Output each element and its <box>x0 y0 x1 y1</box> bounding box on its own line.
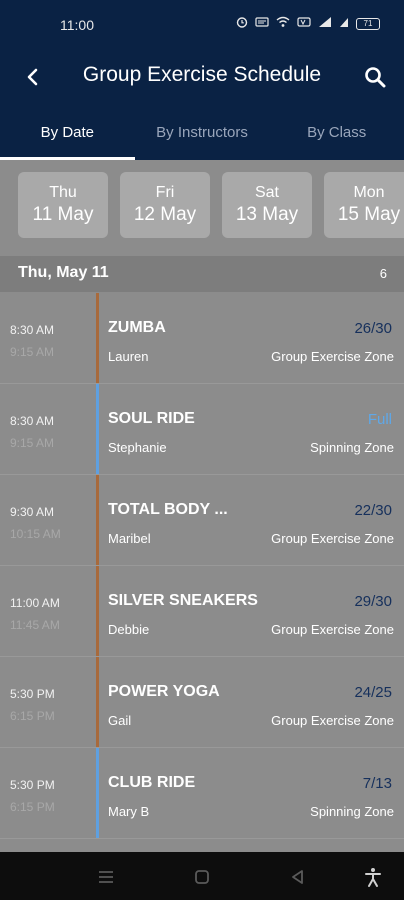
search-button[interactable] <box>360 62 390 92</box>
zone-name: Group Exercise Zone <box>271 531 394 546</box>
date-chip-date: 11 May <box>32 204 94 225</box>
alarm-icon <box>236 16 248 31</box>
start-time: 8:30 AM <box>10 323 55 337</box>
zone-color-bar <box>96 293 99 383</box>
zone-color-bar <box>96 657 99 747</box>
app-bar: Group Exercise Schedule <box>0 50 404 104</box>
signal-2-icon <box>339 16 349 31</box>
time-column: 5:30 PM 6:15 PM <box>0 657 96 747</box>
zone-color-bar <box>96 748 99 838</box>
end-time: 9:15 AM <box>10 345 55 359</box>
class-capacity: 7/13 <box>362 775 392 792</box>
search-icon <box>365 67 386 88</box>
time-column: 8:30 AM 9:15 AM <box>0 293 96 383</box>
data-speed-icon <box>255 16 269 31</box>
class-name: TOTAL BODY ... <box>108 501 228 518</box>
class-list: 8:30 AM 9:15 AM ZUMBA 26/30 Lauren Group… <box>0 293 404 844</box>
section-title: Thu, May 11 <box>18 264 109 281</box>
wifi-icon <box>276 16 290 31</box>
date-chip-date: 12 May <box>133 204 197 225</box>
status-bar: 11:00 71 <box>0 0 404 50</box>
class-row[interactable]: 11:00 AM 11:45 AM SILVER SNEAKERS 29/30 … <box>0 566 404 657</box>
status-icons: 71 <box>236 16 380 31</box>
page-title: Group Exercise Schedule <box>82 63 322 86</box>
start-time: 9:30 AM <box>10 505 55 519</box>
zone-name: Group Exercise Zone <box>271 622 394 637</box>
accessibility-button[interactable] <box>362 866 384 888</box>
class-row[interactable]: 5:30 PM 6:15 PM POWER YOGA 24/25 Gail Gr… <box>0 657 404 748</box>
tab-by-date[interactable]: By Date <box>0 104 135 160</box>
tab-by-instructors[interactable]: By Instructors <box>135 104 270 160</box>
class-capacity: 29/30 <box>354 593 392 610</box>
recents-button[interactable] <box>95 866 117 888</box>
back-triangle-icon <box>292 870 303 884</box>
zone-name: Spinning Zone <box>310 804 394 819</box>
class-row[interactable]: 9:30 AM 10:15 AM TOTAL BODY ... 22/30 Ma… <box>0 475 404 566</box>
class-row[interactable]: 5:30 PM 6:15 PM CLUB RIDE 7/13 Mary B Sp… <box>0 748 404 839</box>
end-time: 9:15 AM <box>10 436 55 450</box>
class-count: 6 <box>379 266 387 281</box>
end-time: 6:15 PM <box>10 709 55 723</box>
date-chip-date: 13 May <box>235 204 299 225</box>
date-selector: Thu 11 May Fri 12 May Sat 13 May Mon 15 … <box>0 160 404 256</box>
class-name: CLUB RIDE <box>108 774 196 791</box>
class-capacity: Full <box>367 411 392 428</box>
status-time: 11:00 <box>60 17 94 33</box>
end-time: 10:15 AM <box>10 527 61 541</box>
zone-color-bar <box>96 475 99 565</box>
zone-name: Group Exercise Zone <box>271 349 394 364</box>
system-nav-bar <box>0 852 404 900</box>
tab-by-class[interactable]: By Class <box>269 104 404 160</box>
date-chip-sat[interactable]: Sat 13 May <box>222 172 312 238</box>
time-column: 8:30 AM 9:15 AM <box>0 384 96 474</box>
time-column: 9:30 AM 10:15 AM <box>0 475 96 565</box>
date-chip-day: Thu <box>49 184 77 201</box>
zone-name: Group Exercise Zone <box>271 713 394 728</box>
instructor-name: Debbie <box>108 622 150 637</box>
start-time: 8:30 AM <box>10 414 55 428</box>
volte-icon <box>297 16 311 31</box>
instructor-name: Stephanie <box>108 440 167 455</box>
class-capacity: 24/25 <box>354 684 392 701</box>
date-chip-day: Sat <box>254 184 279 201</box>
end-time: 11:45 AM <box>10 618 60 632</box>
class-name: POWER YOGA <box>108 683 220 700</box>
date-chip-thu[interactable]: Thu 11 May <box>18 172 108 238</box>
recents-menu-icon <box>99 871 113 883</box>
start-time: 11:00 AM <box>10 596 60 610</box>
home-square-icon <box>195 870 209 884</box>
date-chip-day: Mon <box>353 184 385 201</box>
time-column: 5:30 PM 6:15 PM <box>0 748 96 838</box>
accessibility-icon <box>365 868 381 887</box>
instructor-name: Maribel <box>108 531 151 546</box>
class-name: ZUMBA <box>108 319 166 336</box>
date-chip-fri[interactable]: Fri 12 May <box>120 172 210 238</box>
class-capacity: 22/30 <box>354 502 392 519</box>
day-section-header: Thu, May 11 6 <box>0 256 404 292</box>
class-row[interactable]: 8:30 AM 9:15 AM SOUL RIDE Full Stephanie… <box>0 384 404 475</box>
date-chip-mon[interactable]: Mon 15 May <box>324 172 404 238</box>
schedule-tabs: By Date By Instructors By Class <box>0 104 404 160</box>
class-name: SILVER SNEAKERS <box>108 592 258 609</box>
signal-icon <box>318 16 332 31</box>
class-capacity: 26/30 <box>354 320 392 337</box>
class-row[interactable]: 8:30 AM 9:15 AM ZUMBA 26/30 Lauren Group… <box>0 293 404 384</box>
instructor-name: Gail <box>108 713 132 728</box>
start-time: 5:30 PM <box>10 778 55 792</box>
date-chip-date: 15 May <box>337 204 401 225</box>
instructor-name: Mary B <box>108 804 150 819</box>
time-column: 11:00 AM 11:45 AM <box>0 566 96 656</box>
end-time: 6:15 PM <box>10 800 55 814</box>
system-back-button[interactable] <box>287 866 309 888</box>
instructor-name: Lauren <box>108 349 149 364</box>
date-chip-day: Fri <box>155 184 175 201</box>
home-button[interactable] <box>191 866 213 888</box>
class-name: SOUL RIDE <box>108 410 195 427</box>
zone-color-bar <box>96 384 99 474</box>
start-time: 5:30 PM <box>10 687 55 701</box>
zone-name: Spinning Zone <box>310 440 394 455</box>
battery-icon: 71 <box>356 17 380 30</box>
zone-color-bar <box>96 566 99 656</box>
